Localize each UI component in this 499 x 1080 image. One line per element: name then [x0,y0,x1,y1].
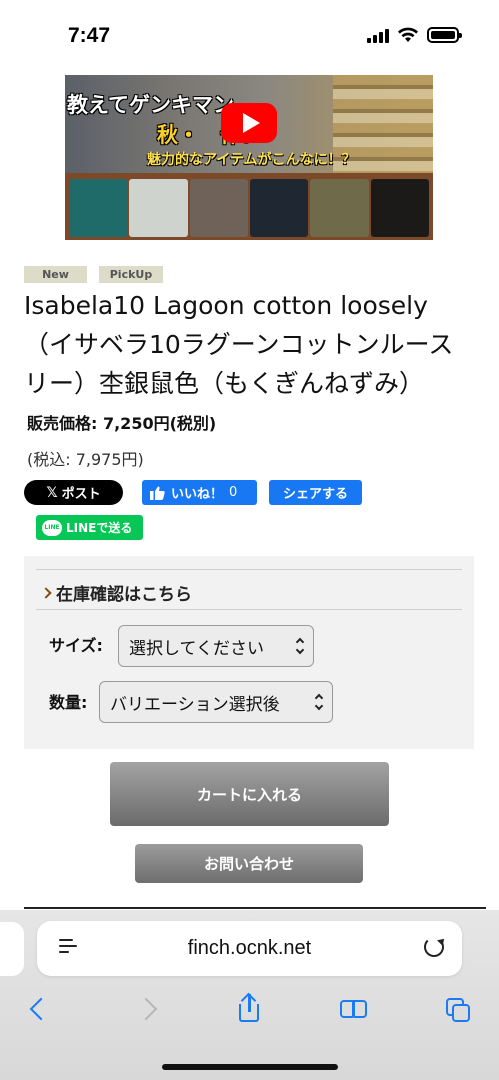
add-to-cart-button[interactable]: カートに入れる [110,762,389,826]
video-thumb-item [129,179,188,237]
size-select[interactable]: 選択してください [118,625,314,667]
video-product-strip [65,173,433,240]
x-post-button[interactable]: 𝕏 ポスト [24,480,123,505]
home-indicator [162,1064,338,1070]
back-icon[interactable] [24,994,54,1024]
reload-icon[interactable] [424,937,444,957]
status-time: 7:47 [68,24,111,47]
chevron-right-icon [40,586,52,599]
video-thumb-item [370,179,429,237]
quantity-select[interactable]: バリエーション選択後 [99,681,333,723]
video-thumb-item [189,179,248,237]
size-select-value: 選択してください [129,638,264,659]
stock-check-label: 在庫確認はこちら [56,585,192,605]
wifi-icon [398,27,418,42]
line-logo-icon: LINE [42,519,62,536]
tabs-icon[interactable] [444,994,474,1024]
select-arrows-icon [295,637,305,655]
youtube-play-icon[interactable] [221,103,277,143]
video-thumb-item [69,179,128,237]
product-price: 販売価格: 7,250円(税別) [27,414,217,433]
status-icons [367,27,462,43]
status-bar: 7:47 [0,0,499,62]
browser-bottom-toolbar [0,990,499,1030]
quantity-select-value: バリエーション選択後 [110,694,280,715]
product-badges: New PickUp [24,266,163,283]
forward-icon[interactable] [134,994,164,1024]
divider [24,907,486,909]
stock-check-panel: 在庫確認はこちら サイズ: 選択してください 数量: バリエーション選択後 [24,556,474,749]
line-share-label: LINEで送る [66,521,133,535]
divider [36,569,462,570]
line-share-button[interactable]: LINE LINEで送る [36,515,143,540]
quantity-label: 数量: [49,693,88,712]
facebook-like-button[interactable]: いいね！ 0 [142,480,257,505]
stock-check-link[interactable]: 在庫確認はこちら [40,580,192,605]
cellular-signal-icon [367,28,389,43]
like-count: 0 [229,485,238,500]
like-label: いいね！ [171,487,224,502]
embedded-video[interactable]: 教えてゲンキマン 秋・ 作！ 魅力的なアイテムがこんなに！？ [65,75,433,240]
badge-pickup: PickUp [99,266,163,283]
x-post-label: ポスト [61,487,101,502]
select-arrows-icon [314,693,324,711]
video-title-line1: 教えてゲンキマン [67,93,234,117]
size-label: サイズ: [49,636,103,655]
divider [36,609,462,610]
previous-tab-preview[interactable] [0,922,24,976]
address-bar[interactable]: finch.ocnk.net [37,921,462,976]
product-title: Isabela10 Lagoon cotton loosely（イサベラ10ラグ… [24,291,454,398]
badge-new: New [24,266,87,283]
battery-icon [427,27,462,43]
x-logo-icon: 𝕏 [46,484,58,501]
facebook-share-button[interactable]: シェアする [269,480,362,505]
contact-button[interactable]: お問い合わせ [135,844,363,883]
bookmarks-icon[interactable] [339,994,369,1024]
product-price-tax: (税込: 7,975円) [27,450,144,469]
video-thumb-item [249,179,309,237]
thumbs-up-icon [150,486,165,500]
share-icon[interactable] [234,992,264,1024]
url-text: finch.ocnk.net [187,937,312,959]
video-thumb-item [310,179,369,237]
video-title-line3: 魅力的なアイテムがこんなに！？ [147,152,356,168]
